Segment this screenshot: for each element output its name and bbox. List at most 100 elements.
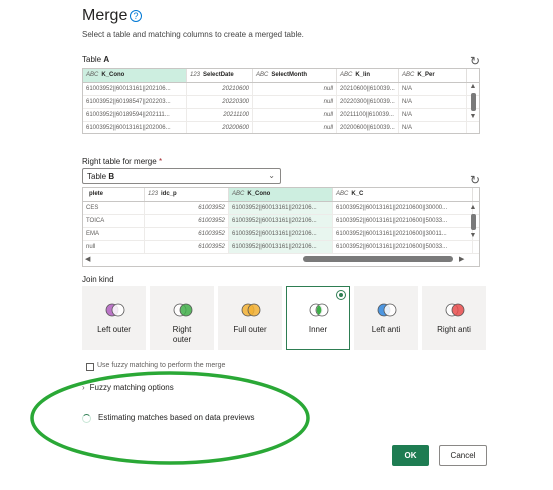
column-name: K_Cono (101, 72, 125, 78)
table-a-header-4[interactable]: ABC K_Per (399, 69, 467, 82)
join-option-label: Right anti (437, 325, 471, 334)
join-option-inner[interactable]: Inner (286, 286, 350, 350)
ok-button[interactable]: OK (392, 445, 429, 466)
table-b-header-2[interactable]: ABC K_Cono (229, 188, 333, 201)
join-option-left-outer[interactable]: Left outer (82, 286, 146, 350)
table-cell: 61003952||60189594||202111... (83, 109, 187, 121)
table-row: CES 61003952 61003952||60013161||202106...… (83, 202, 479, 215)
table-cell: 61003952||60013161||202006... (83, 122, 187, 133)
column-name: SelectMonth (271, 72, 308, 78)
scroll-left-icon[interactable]: ◀ (85, 255, 90, 263)
table-b-header-3[interactable]: ABC K_C (333, 188, 473, 201)
table-cell: TOICA (83, 215, 145, 227)
table-cell: N/A (399, 122, 467, 133)
scroll-right-icon[interactable]: ▶ (459, 255, 464, 263)
table-row: 61003952||60198547||202203... 20220300 nul… (83, 96, 479, 109)
cancel-button[interactable]: Cancel (439, 445, 487, 466)
table-cell: 20200600 (187, 122, 253, 133)
venn-right-outer-icon (173, 303, 193, 317)
type-icon: 123 (190, 72, 201, 78)
table-b-preview[interactable]: plete 123 idc_p ABC K_Cono ABC K_C CES 61003952… (82, 187, 480, 267)
table-cell: 61003952||60013161||20210600||50033... (333, 241, 473, 253)
table-b-vscroll[interactable]: ▲ ▼ (469, 204, 477, 240)
help-icon[interactable]: ? (130, 10, 142, 22)
table-cell: CES (83, 202, 145, 214)
join-option-full-outer[interactable]: Full outer (218, 286, 282, 350)
dialog-subtitle: Select a table and matching columns to c… (82, 30, 304, 39)
join-option-left-anti[interactable]: Left anti (354, 286, 418, 350)
venn-left-anti-icon (377, 303, 397, 317)
type-icon: ABC (340, 72, 353, 78)
column-name: idc_p (161, 191, 177, 197)
table-cell: 61003952||60013161||202106... (229, 202, 333, 214)
column-name: plete (89, 191, 104, 197)
type-icon: 123 (148, 191, 159, 197)
table-cell: 61003952||60013161||20210600||50033... (333, 215, 473, 227)
join-option-label: Left anti (371, 325, 401, 334)
annotation-ellipse (30, 371, 310, 465)
join-option-right-anti[interactable]: Right anti (422, 286, 486, 350)
table-cell: null (253, 122, 337, 133)
right-table-label: Right table for merge * (82, 157, 163, 166)
chevron-down-icon: ⌄ (268, 171, 275, 180)
scroll-down-icon[interactable]: ▼ (469, 232, 477, 240)
type-icon: ABC (402, 72, 415, 78)
type-icon: ABC (86, 72, 99, 78)
venn-right-anti-icon (445, 303, 465, 317)
table-cell: 20211100 (187, 109, 253, 121)
scroll-thumb[interactable] (470, 93, 476, 111)
join-option-label: Right outer (172, 325, 192, 344)
table-cell: 61003952||60013161||202106... (83, 83, 187, 95)
table-row: TOICA 61003952 61003952||60013161||202106.… (83, 215, 479, 228)
table-cell: EMA (83, 228, 145, 240)
venn-full-outer-icon (241, 303, 261, 317)
table-a-header-0[interactable]: ABC K_Cono (83, 69, 187, 82)
table-a-preview[interactable]: ABC K_Cono 123 SelectDate ABC SelectMonth ABC K… (82, 68, 480, 134)
type-icon: ABC (336, 191, 349, 197)
column-name: K_Per (417, 72, 435, 78)
table-cell: 61003952 (145, 202, 229, 214)
table-cell: 61003952 (145, 228, 229, 240)
table-cell: 20200600||610039... (337, 122, 399, 133)
table-cell: 61003952||60013161||202106... (229, 228, 333, 240)
join-option-label: Left outer (97, 325, 131, 334)
table-a-label: Table A (82, 55, 110, 64)
table-cell: 20211100||610039... (337, 109, 399, 121)
refresh-icon-b[interactable]: ↻ (470, 174, 482, 186)
scroll-thumb[interactable] (470, 214, 476, 230)
table-cell: null (253, 83, 337, 95)
table-cell: N/A (399, 96, 467, 108)
venn-inner-icon (309, 303, 329, 317)
table-row: null 61003952 61003952||60013161||202106..… (83, 241, 479, 254)
type-icon: ABC (232, 191, 245, 197)
table-cell: 61003952||60013161||20210600||30000... (333, 202, 473, 214)
table-cell: 61003952||60013161||202106... (229, 241, 333, 253)
table-row: 61003952||60013161||202006... 20200600 nul… (83, 122, 479, 133)
table-b-hscroll-thumb[interactable] (303, 256, 453, 262)
scroll-down-icon[interactable]: ▼ (469, 113, 477, 121)
table-cell: 20210600||610039... (337, 83, 399, 95)
join-option-label: Inner (308, 325, 328, 334)
column-name: SelectDate (203, 72, 234, 78)
refresh-icon[interactable]: ↻ (470, 55, 482, 67)
table-a-header-1[interactable]: 123 SelectDate (187, 69, 253, 82)
table-cell: N/A (399, 109, 467, 121)
scroll-up-icon[interactable]: ▲ (469, 83, 477, 91)
table-cell: 20220300 (187, 96, 253, 108)
column-name: K_lin (355, 72, 371, 78)
venn-left-outer-icon (105, 303, 125, 317)
table-row: EMA 61003952 61003952||60013161||202106...… (83, 228, 479, 241)
table-b-header-1[interactable]: 123 idc_p (145, 188, 229, 201)
join-kind-options: Left outer Right outer Full outer Inner Left… (82, 286, 486, 350)
table-a-header-3[interactable]: ABC K_lin (337, 69, 399, 82)
table-a-header-2[interactable]: ABC SelectMonth (253, 69, 337, 82)
join-option-right-outer[interactable]: Right outer (150, 286, 214, 350)
table-cell: 61003952||60198547||202203... (83, 96, 187, 108)
scroll-up-icon[interactable]: ▲ (469, 204, 477, 212)
table-b-header-0[interactable]: plete (83, 188, 145, 201)
table-cell: null (253, 96, 337, 108)
right-table-select[interactable]: Table B ⌄ (82, 168, 281, 184)
column-name: K_Cono (247, 191, 271, 197)
dialog-title: Merge (82, 7, 128, 24)
table-a-vscroll[interactable]: ▲ ▼ (469, 83, 477, 121)
